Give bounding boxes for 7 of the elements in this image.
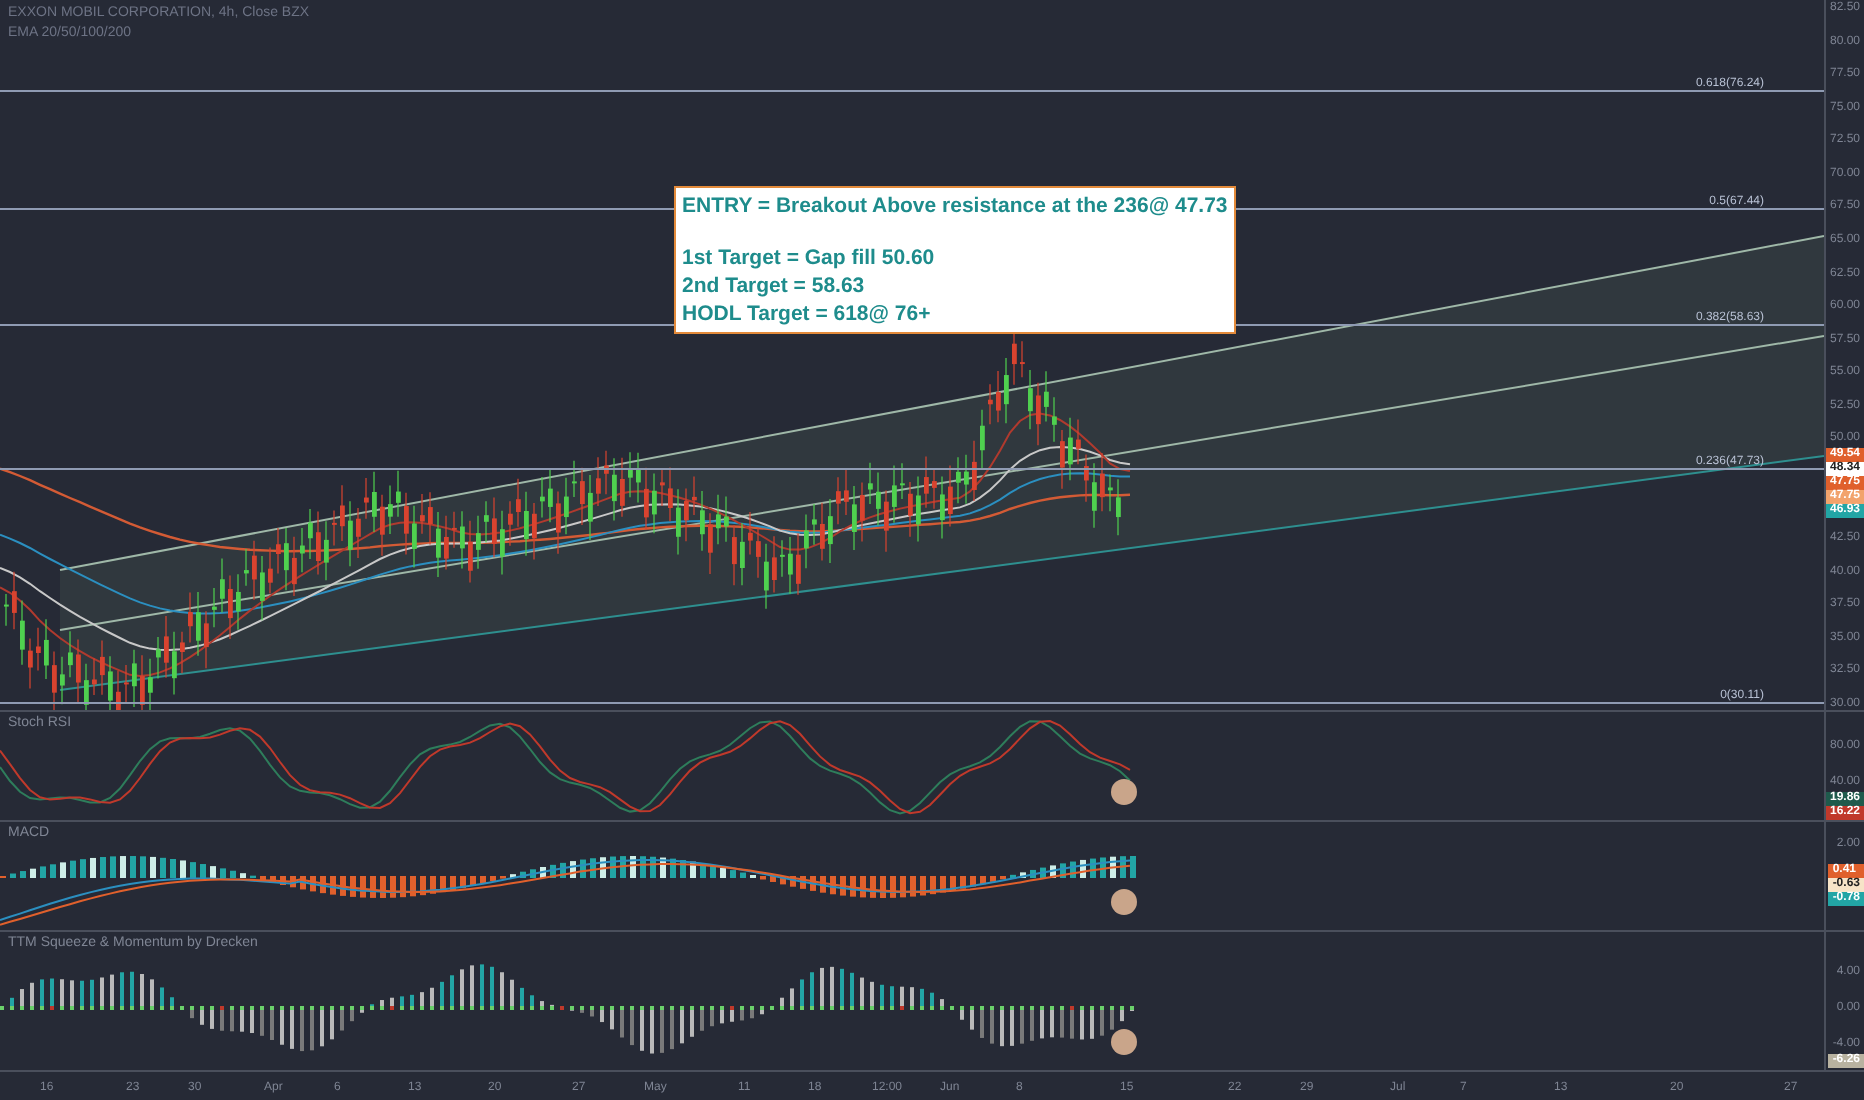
annotation-text: 2nd Target = 58.63 xyxy=(682,272,867,300)
annotation-text: ENTRY = Breakout Above resistance at the 236@ 47.73 xyxy=(682,192,1228,220)
circle-marker-icon xyxy=(1110,778,1138,806)
circle-marker-icon xyxy=(1110,1028,1138,1056)
circle-marker-icon xyxy=(1110,888,1138,916)
annotation-text: 1st Target = Gap fill 50.60 xyxy=(682,244,937,272)
annotation-text: HODL Target = 618@ 76+ xyxy=(682,300,933,328)
